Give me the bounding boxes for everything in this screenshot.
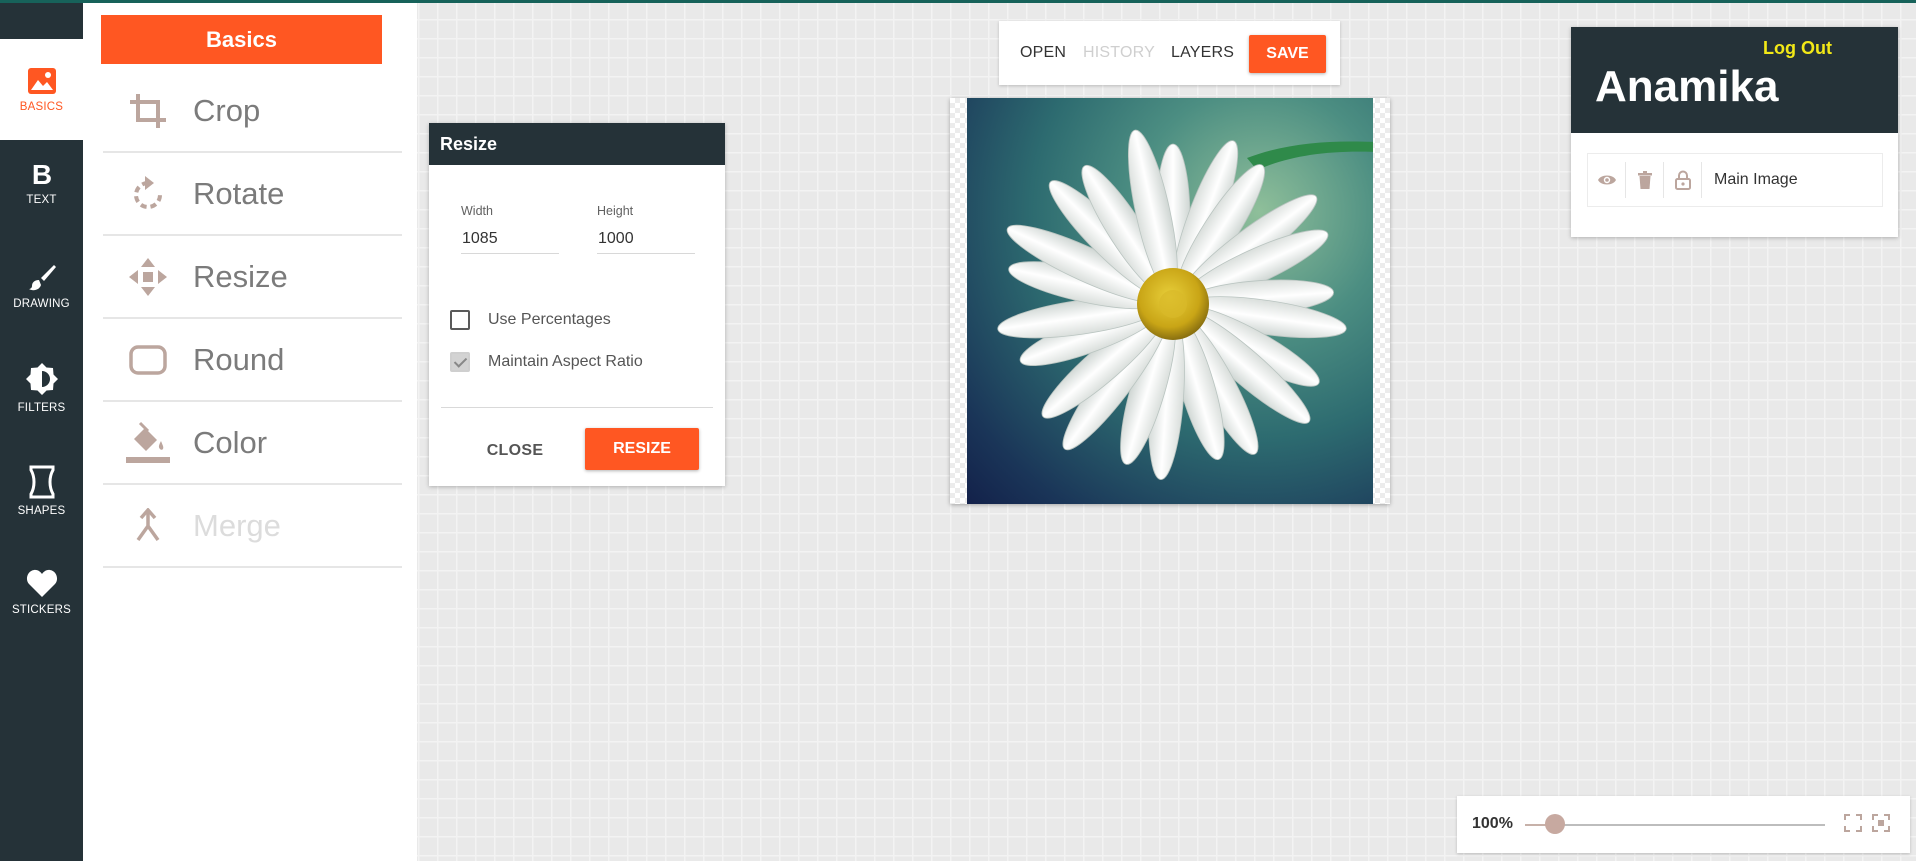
top-accent-line xyxy=(0,0,1916,3)
tool-rotate-label: Rotate xyxy=(193,175,285,211)
lock-icon xyxy=(1674,170,1691,190)
main-image[interactable] xyxy=(967,98,1373,504)
zoom-slider-thumb[interactable] xyxy=(1545,814,1565,834)
maintain-aspect-label: Maintain Aspect Ratio xyxy=(488,353,643,370)
tool-crop-label: Crop xyxy=(193,92,261,128)
nav-text[interactable]: B TEXT xyxy=(0,160,83,224)
use-percentages-box[interactable] xyxy=(450,310,470,330)
nav-basics[interactable]: BASICS xyxy=(0,39,83,140)
height-label: Height xyxy=(597,204,634,218)
panel-title[interactable]: Basics xyxy=(101,15,382,64)
tool-resize-label: Resize xyxy=(193,258,288,294)
dialog-divider xyxy=(441,407,713,408)
nav-shapes-label: SHAPES xyxy=(17,505,66,517)
dialog-title: Resize xyxy=(429,123,725,165)
shape-icon xyxy=(29,465,54,499)
user-name: Anamika xyxy=(1595,62,1779,111)
fullscreen-button[interactable] xyxy=(1871,813,1891,838)
use-percentages-label: Use Percentages xyxy=(488,311,611,328)
nav-text-label: TEXT xyxy=(26,194,57,206)
height-field: Height xyxy=(597,204,695,254)
trash-icon xyxy=(1637,171,1652,189)
brightness-icon xyxy=(25,363,58,395)
layers-button[interactable]: LAYERS xyxy=(1171,35,1234,71)
height-input[interactable] xyxy=(597,226,695,254)
tool-round[interactable]: Round xyxy=(103,319,402,402)
nav-filters[interactable]: FILTERS xyxy=(0,362,83,428)
fullscreen-icon xyxy=(1872,814,1890,832)
tool-round-label: Round xyxy=(193,341,285,377)
tool-color[interactable]: Color xyxy=(103,402,402,485)
svg-text:B: B xyxy=(31,160,51,188)
lock-layer-button[interactable] xyxy=(1664,162,1702,198)
nav-basics-label: BASICS xyxy=(19,100,64,113)
merge-icon xyxy=(136,507,160,541)
tool-resize[interactable]: Resize xyxy=(103,236,402,319)
layer-item[interactable]: Main Image xyxy=(1587,153,1883,207)
zoom-bar: 100% xyxy=(1457,796,1910,853)
top-toolbar: OPEN HISTORY LAYERS SAVE xyxy=(999,21,1340,85)
visibility-toggle[interactable] xyxy=(1588,162,1626,198)
tool-rotate[interactable]: Rotate xyxy=(103,153,402,236)
resize-dialog: Resize Width Height Use Percentages Main… xyxy=(429,123,725,486)
width-input[interactable] xyxy=(461,226,559,254)
nav-stickers-label: STICKERS xyxy=(11,604,72,616)
logout-link[interactable]: Log Out xyxy=(1763,38,1832,59)
crop-icon xyxy=(130,93,166,128)
round-corner-icon xyxy=(129,344,167,375)
nav-drawing-label: DRAWING xyxy=(13,298,70,310)
history-button[interactable]: HISTORY xyxy=(1083,35,1155,71)
fit-screen-button[interactable] xyxy=(1843,813,1863,838)
basics-panel: Basics Crop Rotate Resize Round Color Me… xyxy=(83,0,417,861)
main-nav: BASICS B TEXT DRAWING FILTERS SHAPES STI… xyxy=(0,0,83,861)
user-card: Log Out Anamika Main Image xyxy=(1571,27,1898,237)
save-button[interactable]: SAVE xyxy=(1249,35,1326,73)
open-button[interactable]: OPEN xyxy=(1020,35,1066,71)
image-icon xyxy=(27,67,56,94)
nav-drawing[interactable]: DRAWING xyxy=(0,262,83,326)
width-field: Width xyxy=(461,204,559,254)
bold-text-icon: B xyxy=(31,160,51,188)
maintain-aspect-checkbox[interactable]: Maintain Aspect Ratio xyxy=(450,352,643,372)
nav-stickers[interactable]: STICKERS xyxy=(0,568,83,628)
eye-icon xyxy=(1597,175,1616,185)
tool-merge[interactable]: Merge xyxy=(103,485,402,568)
zoom-slider[interactable] xyxy=(1525,824,1825,826)
resize-button[interactable]: RESIZE xyxy=(585,428,699,470)
zoom-level: 100% xyxy=(1472,815,1513,832)
tool-crop[interactable]: Crop xyxy=(103,70,402,153)
paint-bucket-icon xyxy=(126,421,170,463)
maintain-aspect-box[interactable] xyxy=(450,352,470,372)
user-header: Log Out Anamika xyxy=(1571,27,1898,133)
rotate-icon xyxy=(134,175,162,209)
resize-arrows-icon xyxy=(129,257,167,296)
width-label: Width xyxy=(461,204,493,218)
use-percentages-checkbox[interactable]: Use Percentages xyxy=(450,310,611,330)
tool-merge-label: Merge xyxy=(193,507,281,543)
daisy-photo xyxy=(997,129,1373,480)
close-button[interactable]: CLOSE xyxy=(467,430,563,472)
nav-shapes[interactable]: SHAPES xyxy=(0,465,83,529)
fit-screen-icon xyxy=(1844,814,1862,832)
canvas[interactable] xyxy=(950,98,1390,504)
layer-name: Main Image xyxy=(1714,171,1798,188)
tool-color-label: Color xyxy=(193,424,268,460)
delete-layer-button[interactable] xyxy=(1626,162,1664,198)
heart-icon xyxy=(26,569,57,597)
nav-filters-label: FILTERS xyxy=(17,402,66,414)
brush-icon xyxy=(28,265,56,291)
